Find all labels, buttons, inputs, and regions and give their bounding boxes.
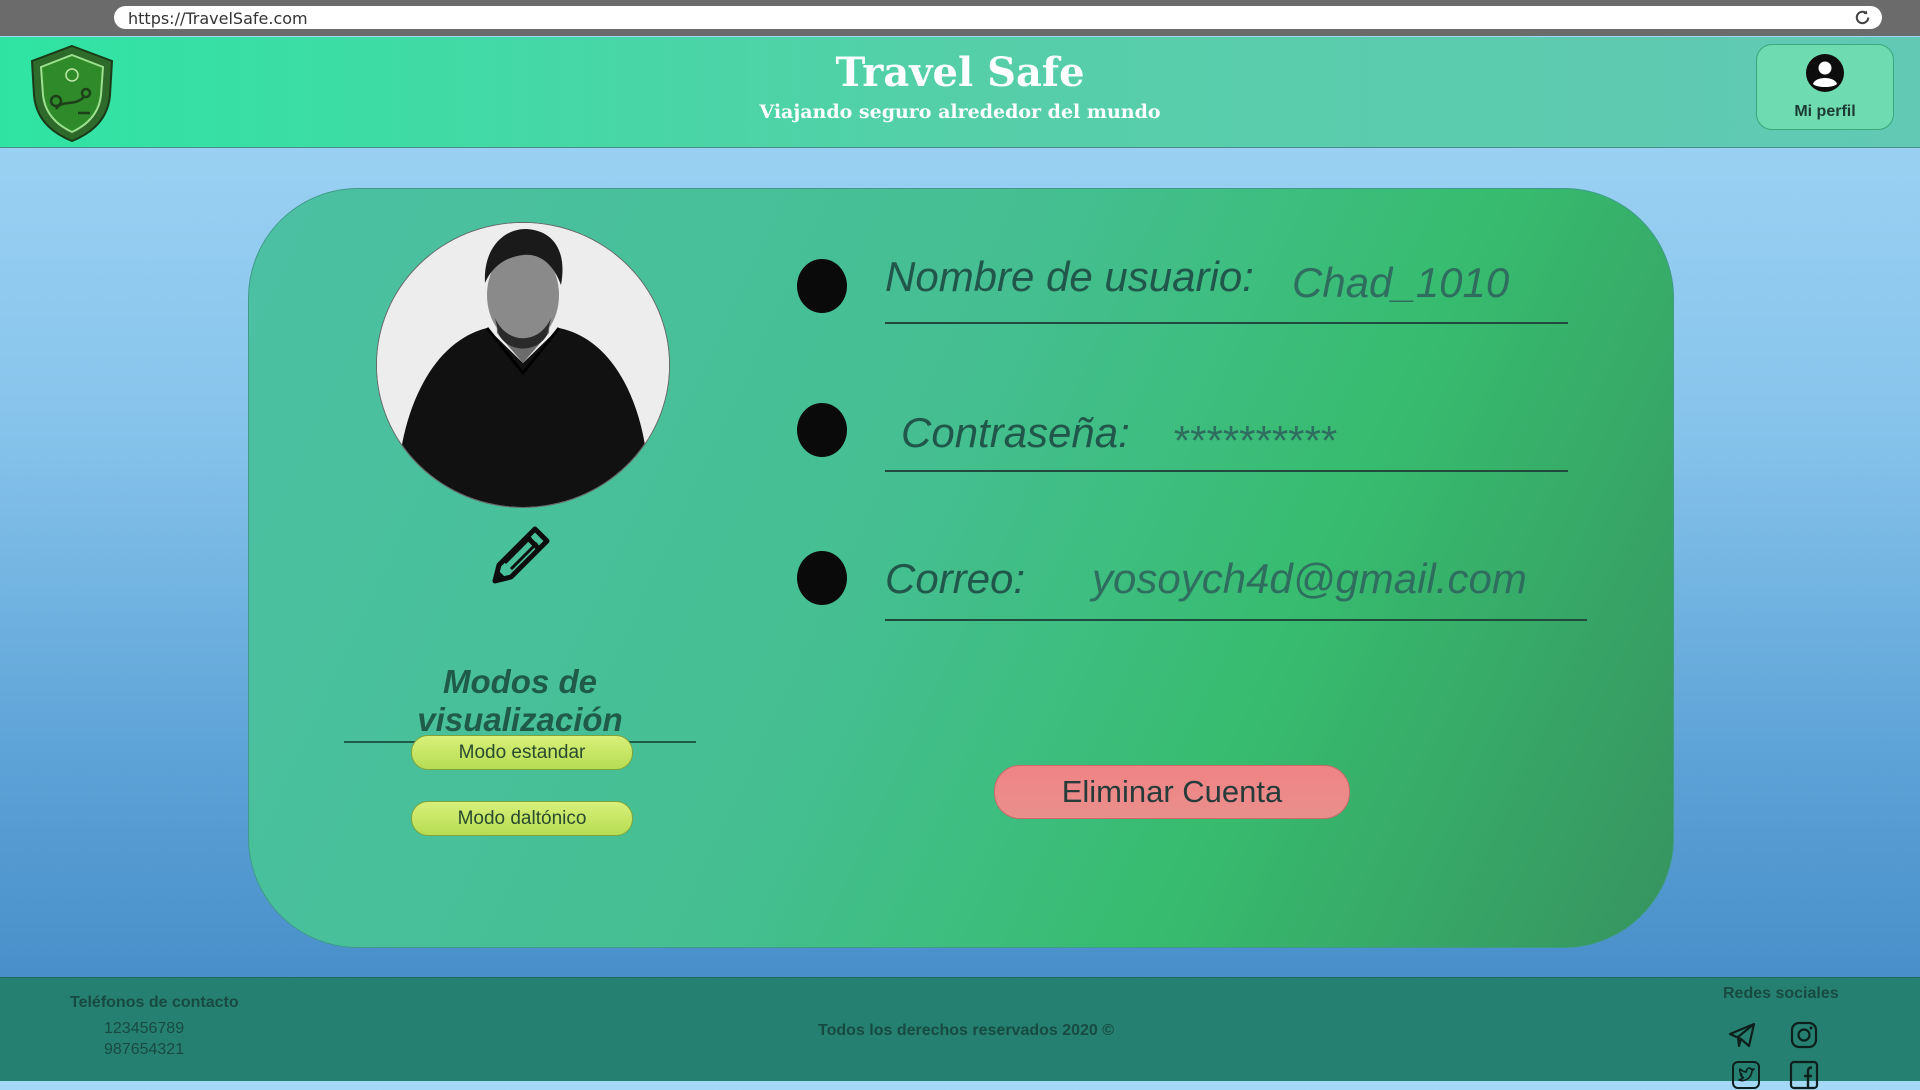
twitter-icon[interactable] bbox=[1731, 1060, 1761, 1090]
contact-phones-title: Teléfonos de contacto bbox=[70, 994, 239, 1011]
email-underline bbox=[885, 619, 1587, 621]
password-underline bbox=[885, 470, 1568, 472]
username-value: Chad_1010 bbox=[1292, 259, 1510, 306]
contact-phone: 987654321 bbox=[104, 1041, 185, 1058]
browser-bar: https://TravelSafe.com bbox=[0, 0, 1920, 36]
colorblind-mode-button[interactable]: Modo daltónico bbox=[411, 801, 633, 836]
password-label: Contraseña: bbox=[901, 409, 1130, 456]
telegram-icon[interactable] bbox=[1727, 1020, 1757, 1050]
instagram-icon[interactable] bbox=[1789, 1020, 1819, 1050]
reload-icon[interactable] bbox=[1853, 8, 1872, 27]
pencil-edit-icon[interactable] bbox=[485, 519, 557, 591]
email-value: yosoych4d@gmail.com bbox=[1092, 555, 1527, 602]
copyright-text: Todos los derechos reservados 2020 © bbox=[818, 1022, 1115, 1039]
avatar bbox=[376, 222, 670, 508]
profile-card: Modos de visualización Modo estandar Mod… bbox=[248, 188, 1674, 948]
email-bullet bbox=[797, 551, 847, 605]
user-photo bbox=[377, 223, 669, 507]
social-networks-title: Redes sociales bbox=[1723, 985, 1839, 1002]
app-title: Travel Safe bbox=[835, 49, 1085, 96]
my-profile-label: Mi perfil bbox=[1794, 103, 1856, 120]
email-label: Correo: bbox=[885, 555, 1026, 602]
footer: Teléfonos de contacto 123456789 98765432… bbox=[0, 977, 1920, 1090]
delete-account-button[interactable]: Eliminar Cuenta bbox=[994, 765, 1350, 819]
standard-mode-button[interactable]: Modo estandar bbox=[411, 735, 633, 770]
display-modes-title: Modos de visualización bbox=[344, 663, 696, 743]
contact-phone: 123456789 bbox=[104, 1020, 185, 1037]
username-underline bbox=[885, 322, 1568, 324]
user-icon bbox=[1806, 54, 1844, 92]
username-label: Nombre de usuario: bbox=[885, 253, 1254, 300]
username-bullet bbox=[797, 259, 847, 313]
url-text: https://TravelSafe.com bbox=[128, 9, 308, 28]
app-header: Travel Safe Viajando seguro alrededor de… bbox=[0, 37, 1920, 148]
app-subtitle: Viajando seguro alrededor del mundo bbox=[759, 101, 1161, 123]
my-profile-button[interactable]: Mi perfil bbox=[1756, 44, 1894, 130]
password-value: ********** bbox=[1172, 417, 1336, 464]
password-bullet bbox=[797, 403, 847, 457]
facebook-icon[interactable] bbox=[1789, 1060, 1819, 1090]
address-bar[interactable]: https://TravelSafe.com bbox=[114, 6, 1882, 29]
